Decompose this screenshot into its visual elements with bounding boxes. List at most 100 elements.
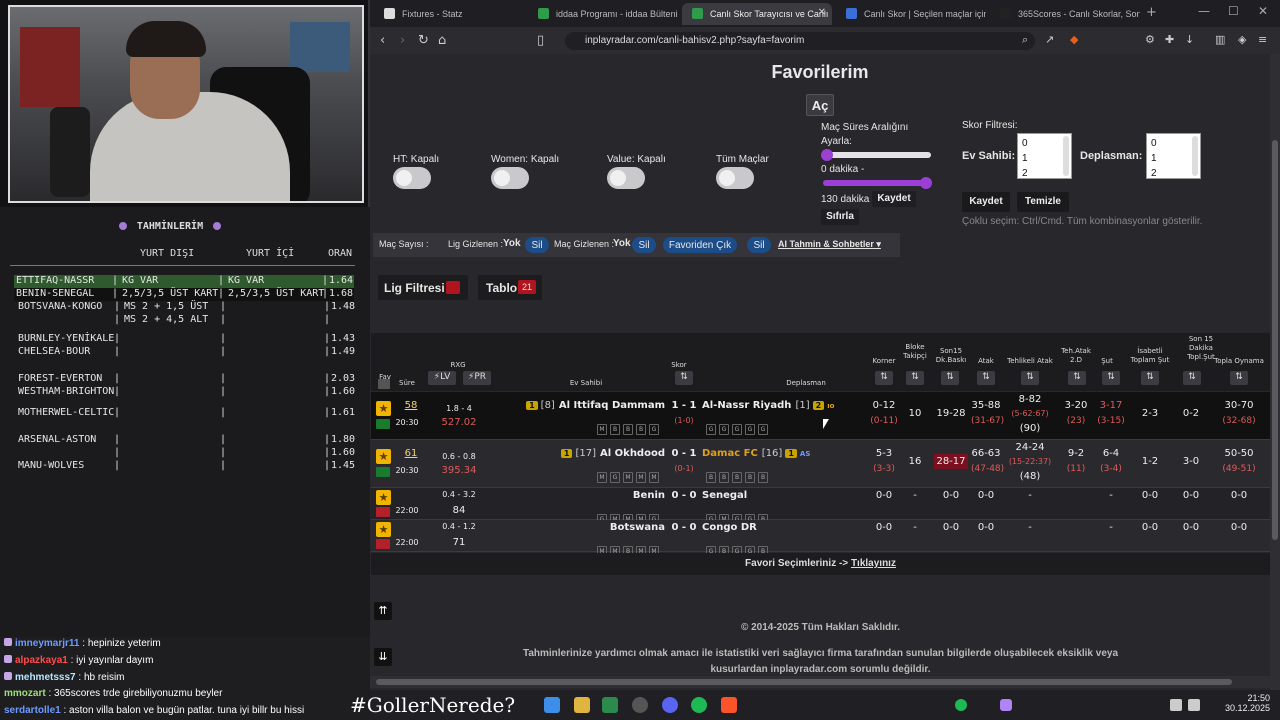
max-slider-knob[interactable] (920, 177, 932, 189)
zoom-icon[interactable]: ⌕ (1022, 33, 1028, 47)
listbox-scrollbar[interactable] (1192, 136, 1198, 176)
sort-icon[interactable]: ⇅ (1068, 371, 1086, 385)
wifi-icon[interactable] (1170, 699, 1182, 711)
brave-icon[interactable] (721, 697, 737, 713)
wallet-icon[interactable]: ◈ (1238, 33, 1246, 46)
notepad-icon[interactable] (602, 697, 618, 713)
maximize-icon[interactable]: ☐ (1228, 4, 1239, 18)
discord-icon[interactable] (662, 697, 678, 713)
table-row[interactable]: ★ 61 20:30 0.6 - 0.8 395.34 1 [17] Al Okhdood M G… (371, 440, 1270, 488)
sort-icon[interactable]: ⇅ (675, 371, 693, 385)
windows-start-icon[interactable] (544, 697, 560, 713)
bookmark-icon[interactable]: ▯ (537, 33, 544, 48)
max-range-slider[interactable] (823, 180, 931, 186)
sort-icon[interactable]: ⇅ (1141, 371, 1159, 385)
sort-icon[interactable]: ⇅ (1230, 371, 1248, 385)
list-option[interactable]: 1 (1151, 151, 1196, 166)
sort-icon[interactable]: ⇅ (1102, 371, 1120, 385)
back-icon[interactable]: ‹ (380, 33, 385, 48)
chat-username[interactable]: alpazkaya1 (15, 655, 68, 666)
chat-username[interactable]: mmozart (4, 688, 46, 699)
value-toggle[interactable] (607, 167, 645, 189)
open-button[interactable]: Aç (806, 94, 834, 116)
close-tab-icon[interactable]: ✕ (818, 7, 826, 18)
favorite-star-icon[interactable]: ★ (376, 401, 391, 416)
sort-icon[interactable]: ⇅ (875, 371, 893, 385)
home-team[interactable]: Botswana (610, 522, 665, 533)
puzzle-icon[interactable]: ✚ (1165, 33, 1174, 46)
reset-range-button[interactable]: Sıfırla (821, 209, 859, 225)
sort-icon[interactable]: ⇅ (906, 371, 924, 385)
volume-icon[interactable] (1188, 699, 1200, 711)
home-team[interactable]: 1 [17] Al Okhdood (560, 448, 665, 459)
all-matches-toggle[interactable] (716, 167, 754, 189)
favorite-star-icon[interactable]: ★ (376, 522, 391, 537)
sidebar-icon[interactable]: ▥ (1215, 33, 1225, 46)
home-team[interactable]: Benin (633, 490, 665, 501)
remove-favorite-button[interactable]: Favoriden Çık (663, 237, 737, 253)
match-minute[interactable]: 58 (401, 400, 421, 411)
chat-username[interactable]: imneymarjr11 (15, 638, 80, 649)
save-range-button[interactable]: Kaydet (872, 191, 916, 207)
favorite-star-icon[interactable]: ★ (376, 449, 391, 464)
table-button[interactable]: Tablo 21 (478, 275, 542, 300)
chat-username[interactable]: mehmetsss7 (15, 672, 76, 683)
min-slider-knob[interactable] (821, 149, 833, 161)
list-option[interactable]: 2 (1151, 166, 1196, 181)
favorite-star-icon[interactable]: ★ (376, 490, 391, 505)
lv-sort-button[interactable]: ⚡LV (428, 371, 456, 385)
favorite-selection-link[interactable]: Tıklayınız (851, 558, 896, 569)
pr-sort-button[interactable]: ⚡PR (463, 371, 491, 385)
women-toggle[interactable] (491, 167, 529, 189)
away-team[interactable]: Damac FC [16] 1 AS (702, 448, 810, 459)
away-team[interactable]: Congo DR (702, 522, 757, 533)
share-icon[interactable]: ↗ (1045, 33, 1054, 46)
table-row[interactable]: ★ 58 20:30 1.8 - 4 527.02 1 [8] Al Ittifaq Damm… (371, 392, 1270, 440)
file-explorer-icon[interactable] (574, 697, 590, 713)
forward-icon[interactable]: › (400, 33, 405, 48)
league-filter-button[interactable]: Lig Filtresi (378, 275, 468, 300)
menu-icon[interactable]: ≡ (1258, 33, 1267, 46)
ai-predictions-dropdown[interactable]: AI Tahmin & Sohbetler ▾ (778, 239, 881, 250)
reload-icon[interactable]: ↻ (418, 33, 429, 48)
browser-tab[interactable]: iddaa Programı - iddaa Bülteni | iddaa (528, 3, 678, 25)
browser-tab[interactable]: 365Scores - Canlı Skorlar, Sonuçlar (990, 3, 1140, 25)
away-team[interactable]: Senegal (702, 490, 747, 501)
brave-shield-icon[interactable]: ◆ (1070, 33, 1078, 46)
sort-icon[interactable]: ⇅ (941, 371, 959, 385)
listbox-scrollbar[interactable] (1063, 136, 1069, 176)
delete-favorites-button[interactable]: Sil (747, 237, 771, 253)
download-icon[interactable]: ↓ (1185, 33, 1194, 46)
new-tab-icon[interactable]: + (1146, 5, 1157, 20)
vertical-scroll-thumb[interactable] (1272, 140, 1278, 540)
obs-icon[interactable] (632, 697, 648, 713)
table-row[interactable]: ★22:000.4 - 3.284BeninGMMMG0 - 0SenegalG… (371, 488, 1270, 525)
sort-icon[interactable]: ⇅ (1021, 371, 1039, 385)
delete-hidden-matches-button[interactable]: Sil (632, 237, 656, 253)
url-field[interactable]: inplayradar.com/canli-bahisv2.php?sayfa=… (565, 32, 1035, 50)
trash-icon[interactable] (378, 379, 390, 389)
minimize-icon[interactable]: — (1198, 4, 1210, 18)
sort-icon[interactable]: ⇅ (1183, 371, 1201, 385)
delete-hidden-leagues-button[interactable]: Sil (525, 237, 549, 253)
scroll-top-icon[interactable]: ⇈ (374, 602, 392, 620)
browser-tab[interactable]: Fixtures - Statz (374, 3, 524, 25)
extension-icon[interactable]: ⚙ (1145, 33, 1155, 46)
browser-tab[interactable]: Canlı Skor | Seçilen maçlar için canlı (836, 3, 986, 25)
home-icon[interactable]: ⌂ (438, 33, 446, 48)
close-window-icon[interactable]: ✕ (1258, 4, 1268, 18)
tray-spotify-icon[interactable] (955, 699, 967, 711)
home-team[interactable]: 1 [8] Al Ittifaq Dammam (526, 400, 665, 411)
chat-username[interactable]: serdartolle1 (4, 705, 61, 716)
list-option[interactable]: 2 (1022, 166, 1067, 181)
ht-toggle[interactable] (393, 167, 431, 189)
save-score-button[interactable]: Kaydet (962, 192, 1010, 212)
horizontal-scroll-thumb[interactable] (376, 679, 1232, 685)
sort-icon[interactable]: ⇅ (977, 371, 995, 385)
away-team[interactable]: Al-Nassr Riyadh [1] 2 ıo (702, 400, 834, 411)
min-range-slider[interactable] (823, 152, 931, 158)
away-score-list[interactable]: 0 1 2 (1146, 133, 1201, 179)
browser-tab[interactable]: Canlı Skor Tarayıcısı ve Canlı ✕ (682, 3, 832, 25)
list-option[interactable]: 1 (1022, 151, 1067, 166)
list-option[interactable]: 0 (1151, 136, 1196, 151)
